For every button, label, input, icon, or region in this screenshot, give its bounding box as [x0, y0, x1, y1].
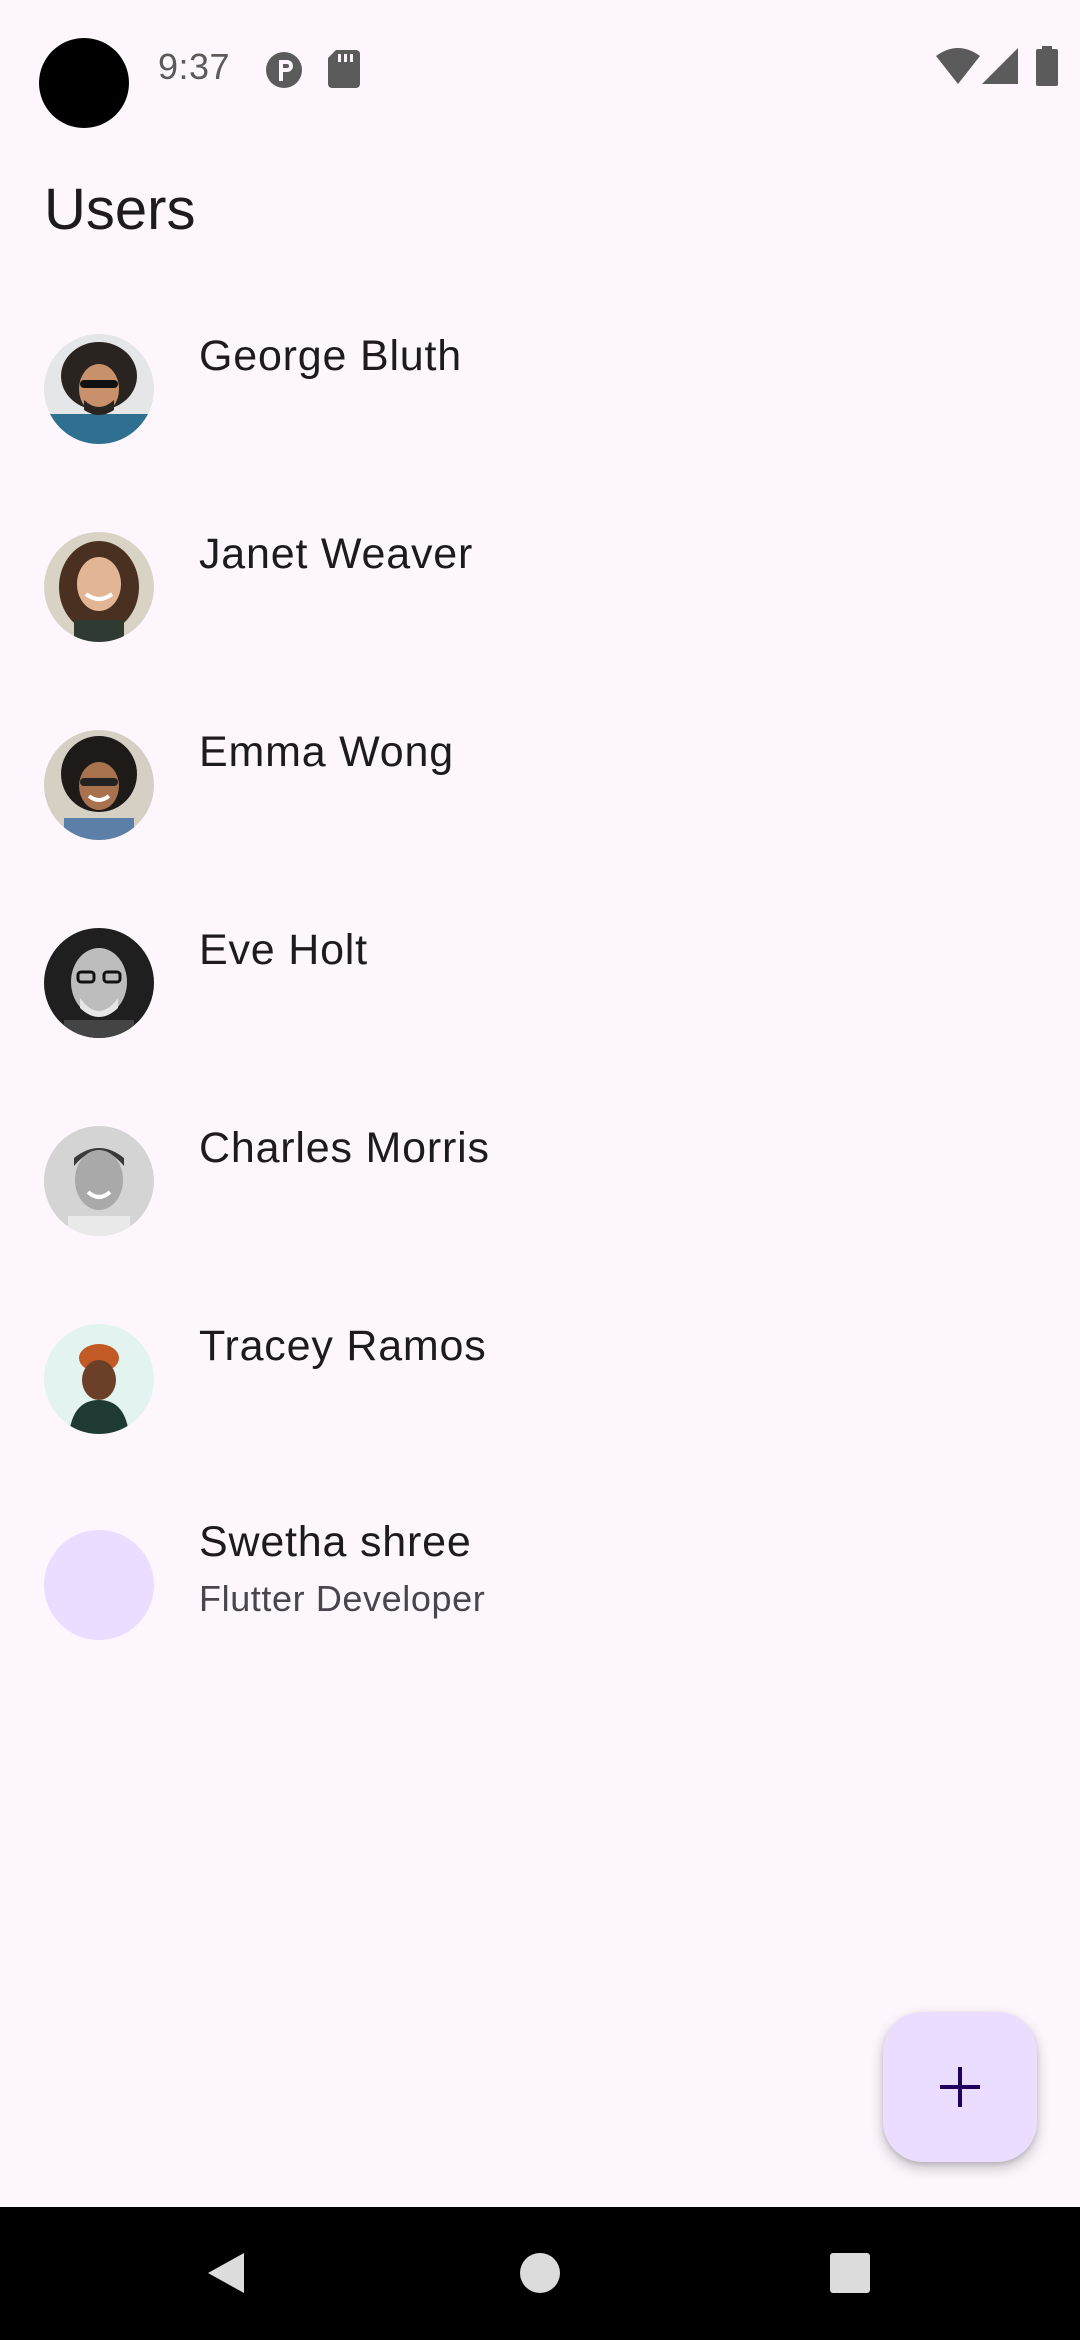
avatar	[44, 730, 154, 840]
user-list: George Bluth Janet Weaver Emma Wong Eve …	[0, 300, 1080, 1686]
avatar	[44, 334, 154, 444]
add-user-button[interactable]	[883, 2012, 1037, 2162]
battery-icon	[1036, 46, 1058, 91]
user-name: Eve Holt	[199, 926, 368, 974]
home-button[interactable]	[510, 2243, 570, 2303]
avatar	[44, 1324, 154, 1434]
camera-cutout	[39, 38, 129, 128]
p-badge-icon	[264, 50, 304, 95]
back-button[interactable]	[196, 2243, 256, 2303]
user-name: Charles Morris	[199, 1124, 490, 1172]
user-name: Tracey Ramos	[199, 1322, 487, 1370]
user-subtitle: Flutter Developer	[199, 1578, 486, 1619]
user-name: Janet Weaver	[199, 530, 474, 578]
avatar	[44, 1126, 154, 1236]
status-time: 9:37	[158, 46, 231, 87]
user-name: Emma Wong	[199, 728, 454, 776]
wifi-icon	[936, 48, 980, 89]
recents-icon	[830, 2253, 870, 2293]
list-item[interactable]: George Bluth	[0, 300, 1080, 498]
list-item[interactable]: Janet Weaver	[0, 498, 1080, 696]
sd-card-icon	[328, 50, 360, 93]
status-bar: 9:37	[0, 0, 1080, 130]
recents-button[interactable]	[820, 2243, 880, 2303]
user-name: George Bluth	[199, 332, 462, 380]
list-item[interactable]: Tracey Ramos	[0, 1290, 1080, 1488]
list-item[interactable]: Eve Holt	[0, 894, 1080, 1092]
list-item[interactable]: Swetha shree Flutter Developer	[0, 1488, 1080, 1686]
users-screen: 9:37 Users George Bluth Janet Weaver Emm…	[0, 0, 1080, 2340]
avatar	[44, 928, 154, 1038]
system-nav-bar	[0, 2207, 1080, 2340]
back-icon	[208, 2253, 244, 2293]
avatar	[44, 1530, 154, 1640]
page-title: Users	[44, 177, 196, 242]
avatar	[44, 532, 154, 642]
list-item[interactable]: Charles Morris	[0, 1092, 1080, 1290]
user-name: Swetha shree	[199, 1518, 472, 1566]
plus-icon	[940, 2067, 980, 2107]
list-item[interactable]: Emma Wong	[0, 696, 1080, 894]
home-icon	[520, 2253, 560, 2293]
cell-signal-icon	[982, 48, 1018, 89]
